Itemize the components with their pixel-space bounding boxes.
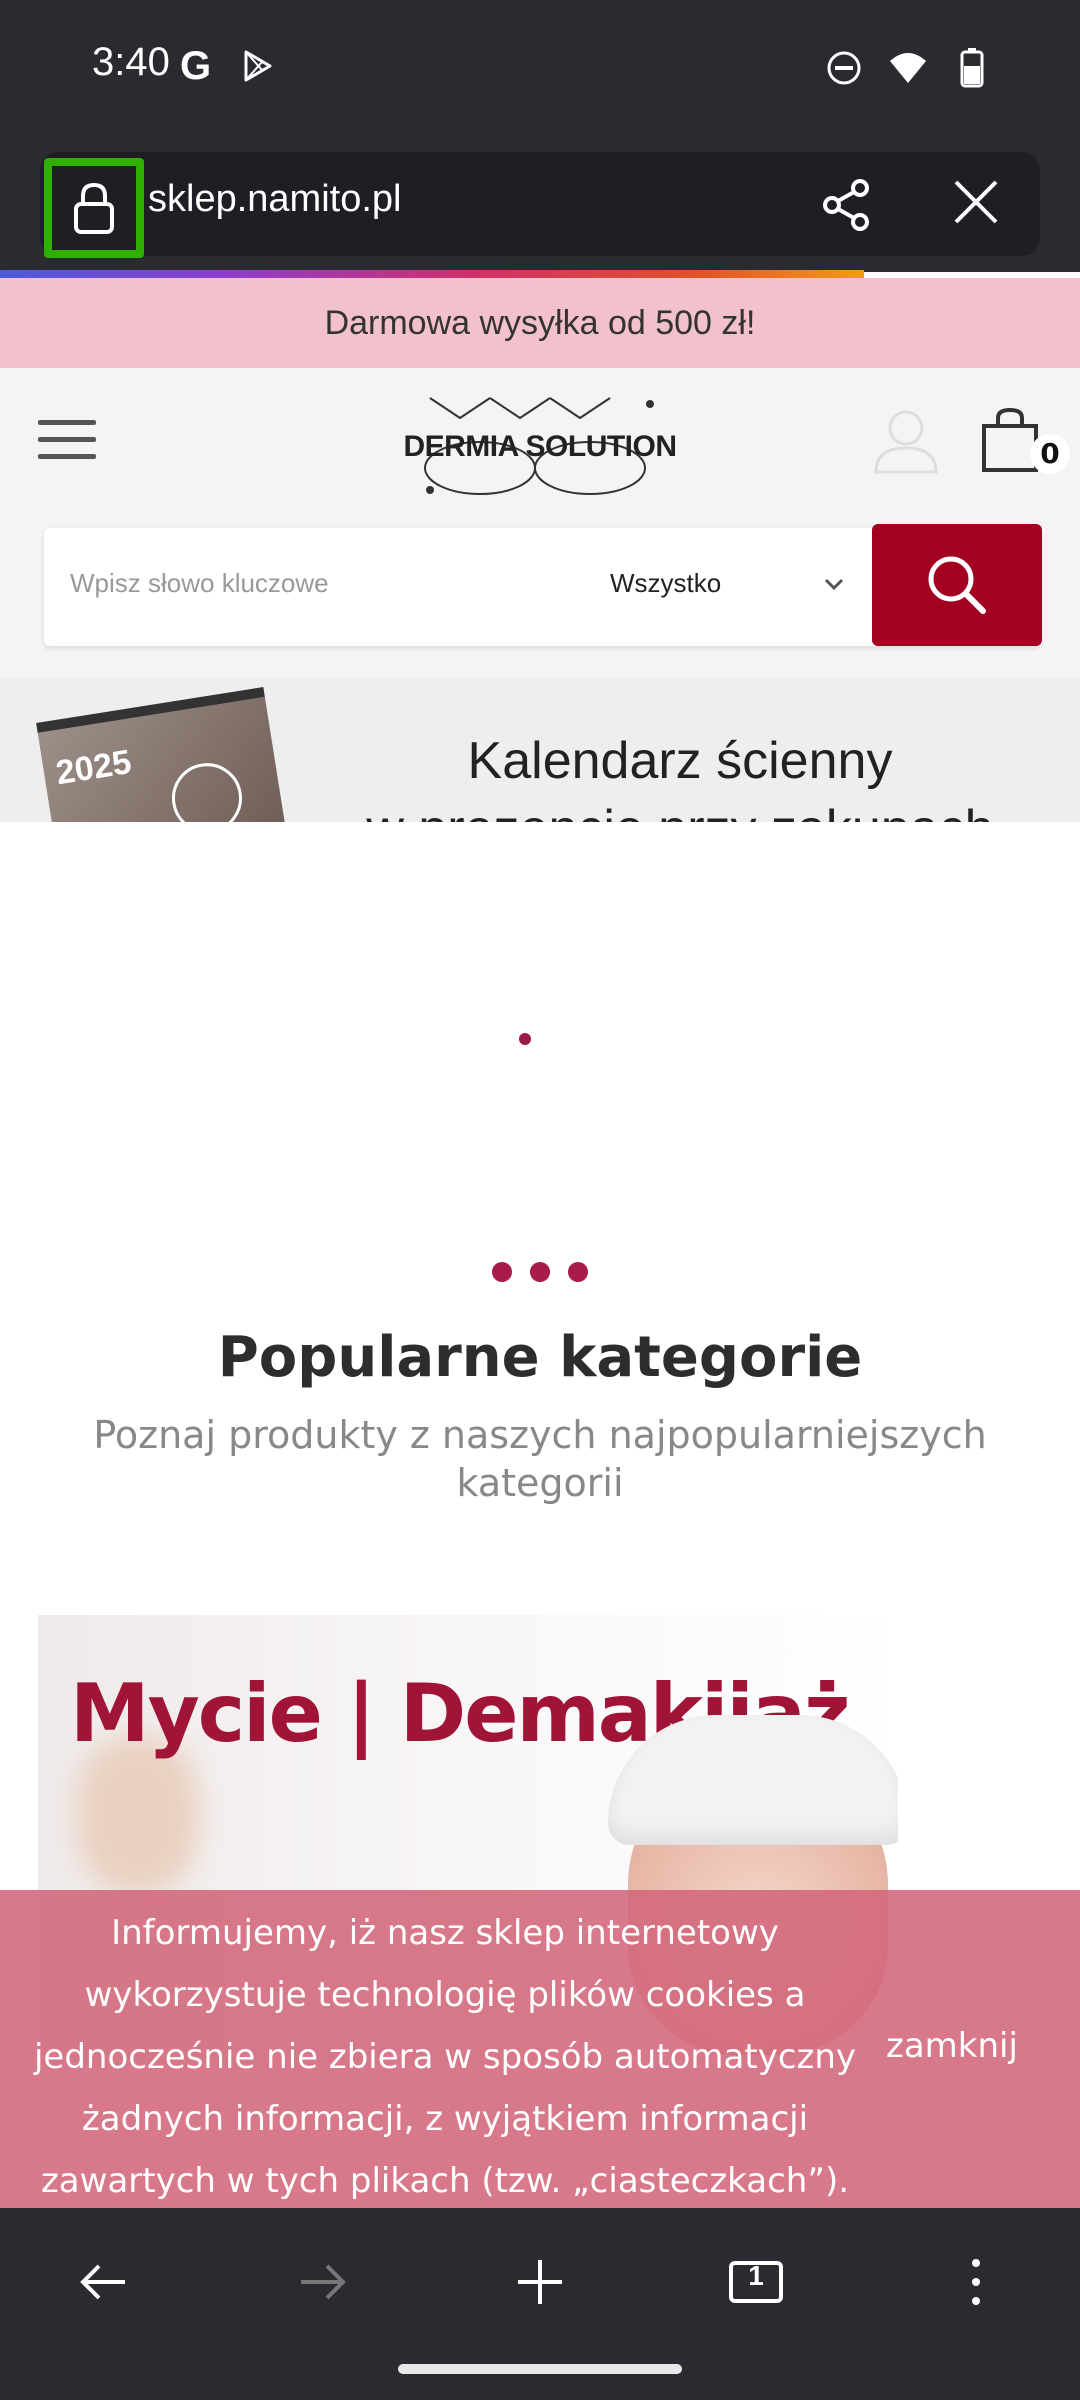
browser-toolbar: sklep.namito.pl [0,140,1080,272]
cookie-close-button[interactable]: zamknij [886,2026,1018,2066]
google-icon: G [180,44,212,88]
banner-title-line1: Kalendarz ścienny [467,732,893,790]
more-vert-icon [972,2259,980,2305]
more-options-button[interactable] [936,2252,1016,2312]
promo-banner[interactable]: Darmowa wysyłka od 500 zł! [0,278,1080,368]
home-indicator[interactable] [398,2364,682,2374]
site-header: DERMIA SOLUTION 0 Wpisz słowo kluczowe W… [0,368,1080,678]
address-bar[interactable]: sklep.namito.pl [40,152,1040,258]
cookie-text: Informujemy, iż nasz sklep internetowy w… [33,1913,857,2201]
tab-count: 1 [748,2260,764,2291]
calendar-year: 2025 [53,742,134,793]
status-bar: 3:40 G [0,0,1080,140]
close-icon[interactable] [950,176,1002,228]
calendar-image: 2025 [36,687,290,822]
section-dots-decoration [492,1262,588,1282]
loading-indicator [519,1033,531,1045]
banner-title-line2: w prezencie przy zakupach [300,796,1060,822]
section-subtitle: Poznaj produkty z naszych najpopularniej… [93,1413,987,1505]
cookie-notice: Informujemy, iż nasz sklep internetowy w… [0,1890,1080,2208]
page-load-progress [0,270,864,278]
new-tab-button[interactable] [500,2252,580,2312]
plus-icon [518,2260,562,2304]
menu-icon[interactable] [38,420,96,460]
search-input[interactable]: Wpisz słowo kluczowe [70,568,329,599]
search-bar: Wpisz słowo kluczowe Wszystko [44,524,1042,646]
user-icon[interactable] [872,406,940,474]
chevron-down-icon[interactable] [824,578,844,592]
url-text[interactable]: sklep.namito.pl [148,178,401,221]
share-icon[interactable] [820,178,874,232]
battery-icon [960,48,984,88]
search-button[interactable] [872,524,1042,646]
play-store-icon [244,50,272,82]
wifi-icon [890,53,926,83]
status-time: 3:40 [92,40,170,84]
site-logo[interactable]: DERMIA SOLUTION [400,390,680,500]
category-select[interactable]: Wszystko [610,568,721,599]
banner-title: Kalendarz ścienny w prezencie przy zakup… [300,728,1060,822]
back-button[interactable] [64,2252,144,2312]
back-arrow-icon [80,2264,125,2300]
cart-count-badge: 0 [1030,434,1070,474]
lock-icon[interactable] [44,158,144,258]
tab-switcher-button[interactable]: 1 [716,2252,796,2312]
calendar-decoration [166,758,248,822]
forward-arrow-icon [301,2264,346,2300]
search-icon [928,556,986,614]
promo-carousel[interactable]: 2025 Kalendarz ścienny w prezencie przy … [0,678,1080,822]
section-title: Popularne kategorie [217,1325,863,1390]
cart-icon[interactable] [980,406,1040,474]
forward-button[interactable] [282,2252,362,2312]
logo-text: DERMIA SOLUTION [403,430,677,463]
dnd-icon [827,51,861,85]
